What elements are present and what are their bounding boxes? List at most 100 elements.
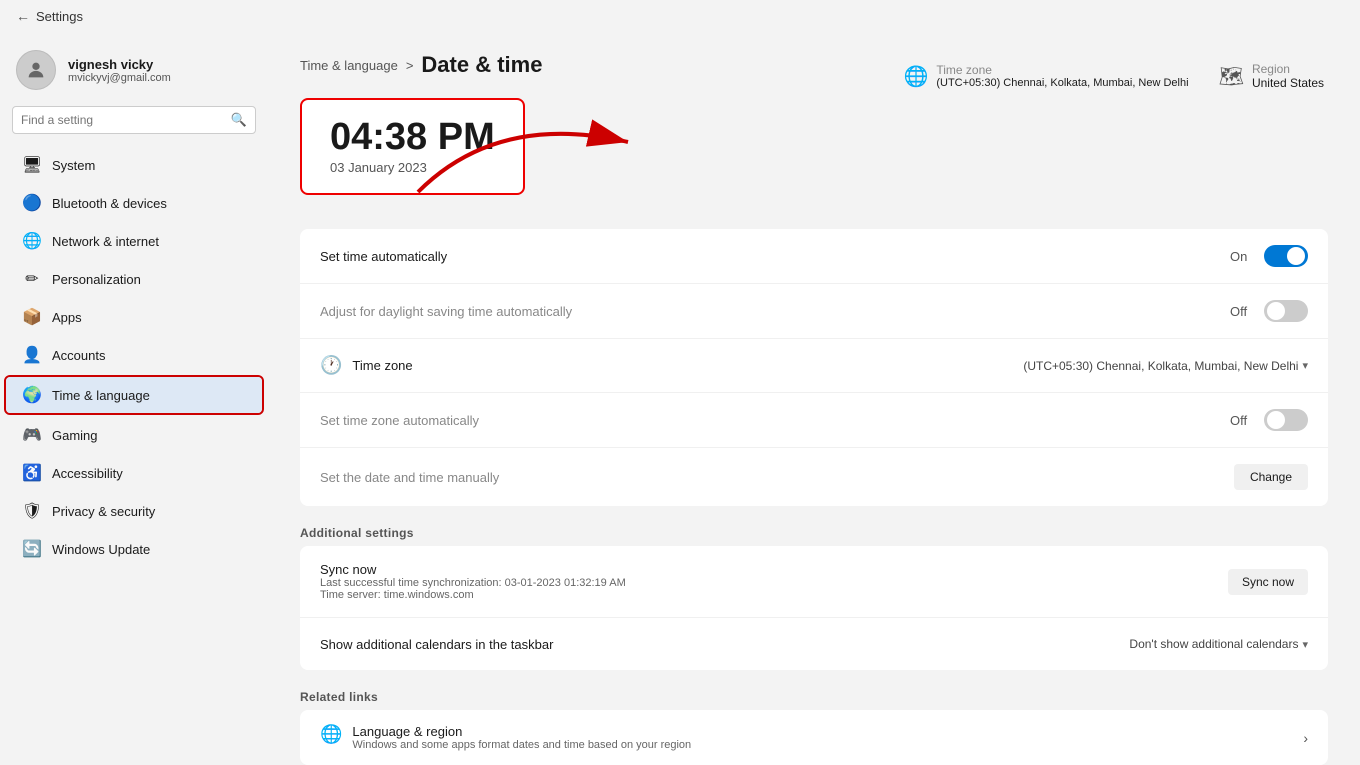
settings-section-additional: Sync now Last successful time synchroniz… xyxy=(300,546,1328,670)
set-time-auto-toggle-label: On xyxy=(1230,249,1254,264)
breadcrumb-current: Date & time xyxy=(421,52,542,78)
daylight-saving-control: Off xyxy=(1230,300,1308,322)
change-date-button[interactable]: Change xyxy=(1234,464,1308,490)
nav-item-accounts[interactable]: 👤 Accounts xyxy=(6,337,262,373)
row-timezone: 🕐 Time zone (UTC+05:30) Chennai, Kolkata… xyxy=(300,339,1328,393)
nav-label-system: System xyxy=(52,158,95,173)
settings-section-main: Set time automatically On Adjust for day… xyxy=(300,229,1328,506)
language-region-text: Language & region Windows and some apps … xyxy=(352,724,691,751)
search-icon: 🔍 xyxy=(231,112,247,128)
gaming-icon: 🎮 xyxy=(22,425,42,445)
calendars-dropdown[interactable]: Don't show additional calendars ▾ xyxy=(1129,637,1308,651)
nav-label-privacy: Privacy & security xyxy=(52,504,155,519)
sync-last-sync: Last successful time synchronization: 03… xyxy=(320,577,626,589)
region-chip-label: Region xyxy=(1252,62,1324,76)
language-region-chevron-right-icon: › xyxy=(1303,730,1308,746)
accessibility-icon: ♿ xyxy=(22,463,42,483)
row-set-timezone-auto: Set time zone automatically Off xyxy=(300,393,1328,448)
timezone-row-label: Time zone xyxy=(352,358,412,373)
user-email: mvickyvj@gmail.com xyxy=(68,72,171,84)
row-sync-now: Sync now Last successful time synchroniz… xyxy=(300,546,1328,618)
row-set-time-auto: Set time automatically On xyxy=(300,229,1328,284)
row-daylight-saving: Adjust for daylight saving time automati… xyxy=(300,284,1328,339)
language-region-sub: Windows and some apps format dates and t… xyxy=(352,739,691,751)
set-time-auto-label: Set time automatically xyxy=(320,249,447,264)
date-display: 03 January 2023 xyxy=(330,160,495,175)
user-profile[interactable]: vignesh vicky mvickyvj@gmail.com xyxy=(0,40,268,106)
region-chip-value: United States xyxy=(1252,76,1324,90)
nav-item-windows-update[interactable]: 🔄 Windows Update xyxy=(6,531,262,567)
row-set-date-manually: Set the date and time manually Change xyxy=(300,448,1328,506)
nav-label-update: Windows Update xyxy=(52,542,150,557)
nav-label-network: Network & internet xyxy=(52,234,159,249)
sync-now-button[interactable]: Sync now xyxy=(1228,569,1308,595)
daylight-saving-label: Adjust for daylight saving time automati… xyxy=(320,304,572,319)
settings-section-related: 🌐 Language & region Windows and some app… xyxy=(300,710,1328,765)
nav-item-accessibility[interactable]: ♿ Accessibility xyxy=(6,455,262,491)
timezone-row-left: 🕐 Time zone xyxy=(320,355,413,376)
sync-server: Time server: time.windows.com xyxy=(320,589,626,601)
set-time-auto-control: On xyxy=(1230,245,1308,267)
set-timezone-auto-label: Set time zone automatically xyxy=(320,413,479,428)
timezone-dropdown-value: (UTC+05:30) Chennai, Kolkata, Mumbai, Ne… xyxy=(1023,359,1298,373)
time-display: 04:38 PM xyxy=(330,118,495,156)
time-card: 04:38 PM 03 January 2023 xyxy=(300,98,525,195)
nav-item-time-language[interactable]: 🌍 Time & language xyxy=(6,377,262,413)
set-date-manually-label: Set the date and time manually xyxy=(320,470,499,485)
calendars-chevron-down-icon: ▾ xyxy=(1302,638,1308,651)
network-icon: 🌐 xyxy=(22,231,42,251)
user-info: vignesh vicky mvickyvj@gmail.com xyxy=(68,57,171,84)
row-additional-calendars: Show additional calendars in the taskbar… xyxy=(300,618,1328,670)
related-links-header: Related links xyxy=(300,674,1328,710)
sidebar: vignesh vicky mvickyvj@gmail.com 🔍 🖥 Sys… xyxy=(0,32,268,765)
main-content: Time & language > Date & time 04:38 PM 0… xyxy=(268,32,1360,765)
content-area: Time & language > Date & time 04:38 PM 0… xyxy=(268,32,1360,765)
nav-item-privacy-security[interactable]: 🛡 Privacy & security xyxy=(6,493,262,529)
nav-item-apps[interactable]: 📦 Apps xyxy=(6,299,262,335)
daylight-toggle-label: Off xyxy=(1230,304,1254,319)
region-chip-icon: 🗺 xyxy=(1219,64,1244,89)
set-time-auto-toggle[interactable] xyxy=(1264,245,1308,267)
nav-item-personalization[interactable]: ✏ Personalization xyxy=(6,261,262,297)
breadcrumb-separator: > xyxy=(406,58,414,73)
nav-label-accessibility: Accessibility xyxy=(52,466,123,481)
time-language-icon: 🌍 xyxy=(22,385,42,405)
timezone-auto-toggle-label: Off xyxy=(1230,413,1254,428)
nav-item-time-language-wrapper: 🌍 Time & language xyxy=(4,375,264,415)
avatar xyxy=(16,50,56,90)
timezone-chip-label: Time zone xyxy=(936,63,1188,77)
nav-label-accounts: Accounts xyxy=(52,348,105,363)
timezone-dropdown[interactable]: (UTC+05:30) Chennai, Kolkata, Mumbai, Ne… xyxy=(1023,359,1308,373)
nav-label-personalization: Personalization xyxy=(52,272,141,287)
update-icon: 🔄 xyxy=(22,539,42,559)
timezone-auto-toggle[interactable] xyxy=(1264,409,1308,431)
user-name: vignesh vicky xyxy=(68,57,171,72)
sync-info: Sync now Last successful time synchroniz… xyxy=(320,562,626,601)
personalization-icon: ✏ xyxy=(22,269,42,289)
search-box[interactable]: 🔍 xyxy=(12,106,256,134)
back-button[interactable]: ← xyxy=(16,8,30,24)
timezone-chevron-down-icon: ▾ xyxy=(1302,359,1308,372)
search-input[interactable] xyxy=(21,113,231,127)
daylight-toggle[interactable] xyxy=(1264,300,1308,322)
nav-label-time-language: Time & language xyxy=(52,388,150,403)
timezone-row-icon: 🕐 xyxy=(320,355,342,376)
additional-calendars-label: Show additional calendars in the taskbar xyxy=(320,637,553,652)
additional-settings-header: Additional settings xyxy=(300,510,1328,546)
system-icon: 🖥 xyxy=(22,155,42,175)
bluetooth-icon: 🔵 xyxy=(22,193,42,213)
nav-item-gaming[interactable]: 🎮 Gaming xyxy=(6,417,262,453)
nav-item-network[interactable]: 🌐 Network & internet xyxy=(6,223,262,259)
title-bar: ← Settings xyxy=(0,0,1360,32)
nav-label-gaming: Gaming xyxy=(52,428,98,443)
sync-now-title: Sync now xyxy=(320,562,626,577)
region-chip: 🗺 Region United States xyxy=(1219,62,1324,90)
apps-icon: 📦 xyxy=(22,307,42,327)
nav-item-system[interactable]: 🖥 System xyxy=(6,147,262,183)
breadcrumb-parent: Time & language xyxy=(300,58,398,73)
timezone-chip-icon: 🌐 xyxy=(903,64,928,89)
nav-label-bluetooth: Bluetooth & devices xyxy=(52,196,167,211)
language-region-icon: 🌐 xyxy=(320,724,342,745)
row-language-region[interactable]: 🌐 Language & region Windows and some app… xyxy=(300,710,1328,765)
nav-item-bluetooth[interactable]: 🔵 Bluetooth & devices xyxy=(6,185,262,221)
